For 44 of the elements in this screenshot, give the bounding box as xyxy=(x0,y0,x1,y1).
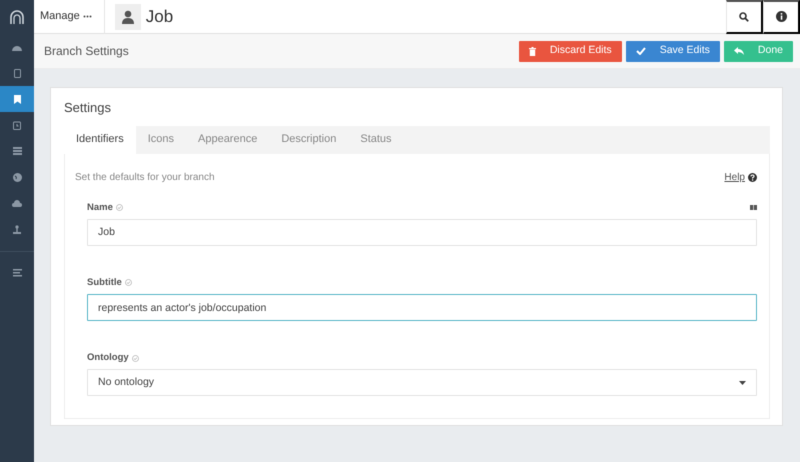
input-field[interactable]: Job xyxy=(87,218,757,246)
trash-icon xyxy=(528,46,536,56)
field-label: Subtitle xyxy=(87,276,122,290)
list-icon xyxy=(12,147,22,155)
tab[interactable]: Appearence xyxy=(186,126,270,154)
ontology-select[interactable]: No ontology xyxy=(87,369,757,396)
search-icon xyxy=(739,12,749,22)
bookmark-icon xyxy=(14,94,20,104)
action-button[interactable]: Save Edits xyxy=(626,40,720,62)
input-field[interactable]: represents an actor's job/occupation xyxy=(87,294,757,321)
reply-icon xyxy=(734,47,744,55)
clock-icon xyxy=(13,120,21,130)
more-icon[interactable] xyxy=(82,15,92,18)
check-circle-icon xyxy=(124,279,132,286)
manage-label[interactable]: Manage xyxy=(40,8,80,25)
info-icon xyxy=(776,11,786,22)
help-link[interactable]: Help xyxy=(724,170,757,184)
field-label: Name xyxy=(87,200,113,214)
tab[interactable]: Description xyxy=(269,126,348,154)
globe-icon xyxy=(12,172,22,182)
toolbar-title: Branch Settings xyxy=(44,43,129,60)
caret-icon xyxy=(739,380,746,385)
tab[interactable]: Icons xyxy=(136,126,186,154)
tab[interactable]: Identifiers xyxy=(64,126,136,154)
check-circle-icon xyxy=(132,354,139,362)
action-button[interactable]: Discard Edits xyxy=(518,40,622,62)
check-icon xyxy=(636,47,646,55)
tab[interactable]: Status xyxy=(348,126,404,154)
cloud-icon xyxy=(12,200,22,206)
user-icon xyxy=(122,10,134,24)
info-button[interactable] xyxy=(763,0,800,34)
book-icon[interactable] xyxy=(750,205,757,210)
help-icon xyxy=(748,172,757,182)
sidebar-item[interactable] xyxy=(0,86,34,112)
field-label: Ontology xyxy=(87,351,129,365)
logo-icon xyxy=(10,10,24,24)
action-button[interactable]: Done xyxy=(724,40,793,62)
menu-icon xyxy=(12,269,22,277)
card-title: Settings xyxy=(64,99,112,117)
tablet-icon xyxy=(14,68,20,78)
check-circle-icon xyxy=(116,204,123,212)
search-button[interactable] xyxy=(726,0,763,34)
page-title: Job xyxy=(146,6,174,28)
intro-text: Set the defaults for your branch xyxy=(75,170,215,184)
